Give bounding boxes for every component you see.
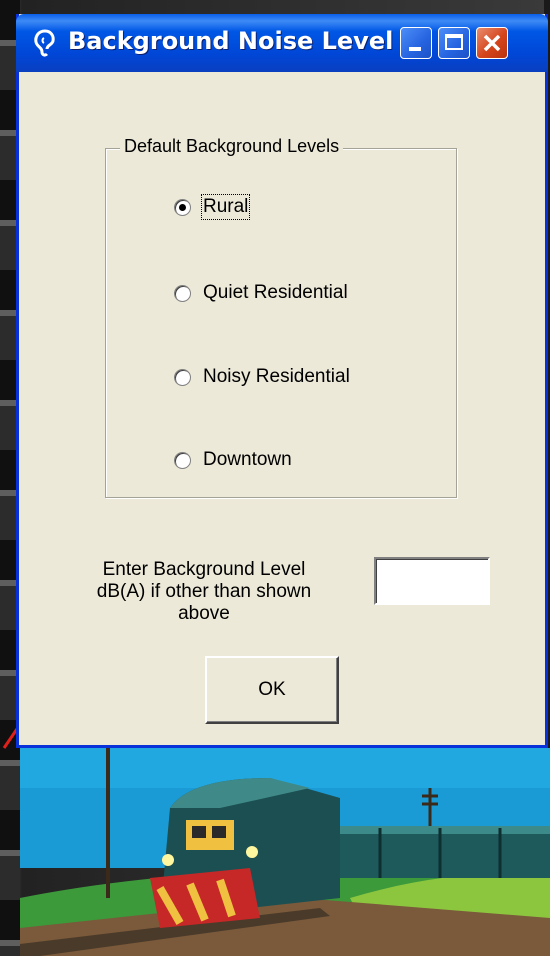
radio-label: Quiet Residential [203, 282, 348, 303]
ok-button[interactable]: OK [205, 656, 339, 724]
background-level-input[interactable] [374, 557, 490, 605]
radio-label: Noisy Residential [203, 366, 350, 387]
minimize-button[interactable] [400, 27, 432, 59]
radio-downtown[interactable]: Downtown [174, 446, 292, 474]
custom-level-label-line: dB(A) if other than shown [96, 581, 312, 602]
default-levels-group: Default Background Levels Rural Quiet Re… [105, 136, 457, 498]
maximize-icon [445, 34, 463, 50]
train-illustration [20, 748, 550, 956]
noise-level-dialog: Background Noise Level Default Backgroun… [16, 14, 548, 748]
custom-level-label-line: Enter Background Level [102, 559, 306, 580]
window-title: Background Noise Level [68, 27, 394, 55]
custom-level-label-line: above [178, 603, 230, 624]
minimize-icon [409, 47, 421, 51]
radio-quiet-residential[interactable]: Quiet Residential [174, 279, 348, 307]
radio-label: Rural [200, 194, 251, 220]
title-bar[interactable]: Background Noise Level [16, 14, 548, 72]
close-button[interactable] [476, 27, 508, 59]
group-legend: Default Background Levels [120, 136, 344, 157]
custom-level-label: Enter Background Level dB(A) if other th… [69, 559, 339, 625]
maximize-button[interactable] [438, 27, 470, 59]
radio-button[interactable] [174, 284, 191, 302]
close-icon [483, 34, 501, 52]
radio-noisy-residential[interactable]: Noisy Residential [174, 363, 350, 391]
radio-rural[interactable]: Rural [174, 193, 251, 221]
radio-button[interactable] [174, 198, 191, 216]
radio-label: Downtown [203, 449, 292, 470]
ear-icon [34, 29, 55, 57]
radio-button[interactable] [174, 368, 191, 386]
radio-button[interactable] [174, 451, 191, 469]
